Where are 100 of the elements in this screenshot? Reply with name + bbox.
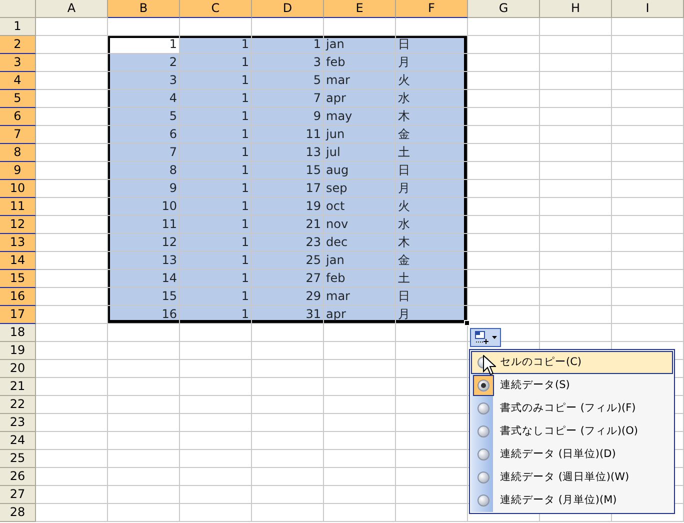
table-cell: sep [324,180,396,198]
table-cell: 土 [396,270,468,288]
row-header[interactable]: 14 [0,252,36,270]
select-all-button[interactable] [0,0,36,18]
row-header[interactable]: 24 [0,432,36,450]
row-header[interactable]: 26 [0,468,36,486]
table-cell: 9 [252,108,324,126]
row-header[interactable]: 23 [0,414,36,432]
column-header[interactable]: A [36,0,108,18]
table-cell: 5 [252,72,324,90]
fill-options-icon [474,331,488,344]
table-cell: 13 [108,252,180,270]
menu-item[interactable]: 連続データ (月単位)(M) [471,489,673,512]
row-header[interactable]: 16 [0,288,36,306]
row-header[interactable]: 22 [0,396,36,414]
column-header[interactable]: B [108,0,180,18]
table-cell: 1 [108,36,180,54]
table-cell: mar [324,72,396,90]
table-cell: 1 [180,234,252,252]
row-header[interactable]: 6 [0,108,36,126]
menu-item[interactable]: 書式なしコピー (フィル)(O) [471,420,673,443]
table-cell: 月 [396,54,468,72]
row-header[interactable]: 28 [0,504,36,522]
table-cell: 13 [252,144,324,162]
row-header[interactable]: 1 [0,18,36,36]
table-cell: 16 [108,306,180,324]
table-cell: 日 [396,36,468,54]
row-header[interactable]: 27 [0,486,36,504]
row-header[interactable]: 10 [0,180,36,198]
table-cell: 木 [396,234,468,252]
table-cell: feb [324,270,396,288]
row-header[interactable]: 21 [0,378,36,396]
table-cell: 木 [396,108,468,126]
menu-item[interactable]: セルのコピー(C) [471,351,673,374]
table-cell: 1 [180,36,252,54]
table-cell: 17 [252,180,324,198]
row-header[interactable]: 13 [0,234,36,252]
table-cell: 15 [252,162,324,180]
table-cell: oct [324,198,396,216]
table-cell: 14 [108,270,180,288]
row-header[interactable]: 19 [0,342,36,360]
row-header[interactable]: 4 [0,72,36,90]
row-header[interactable]: 5 [0,90,36,108]
table-cell: 15 [108,288,180,306]
radio-button[interactable] [472,375,494,396]
table-cell: 11 [108,216,180,234]
row-header[interactable]: 3 [0,54,36,72]
table-cell: 1 [180,108,252,126]
table-cell: 19 [252,198,324,216]
table-cell: 31 [252,306,324,324]
column-header[interactable]: G [468,0,540,18]
table-cell: 1 [180,198,252,216]
row-header[interactable]: 20 [0,360,36,378]
row-header[interactable]: 18 [0,324,36,342]
row-header[interactable]: 8 [0,144,36,162]
column-header[interactable]: C [180,0,252,18]
table-cell: 3 [108,72,180,90]
table-cell: 10 [108,198,180,216]
row-header[interactable]: 25 [0,450,36,468]
table-cell: 21 [252,216,324,234]
table-cell: 1 [180,306,252,324]
menu-item[interactable]: 書式のみコピー (フィル)(F) [471,397,673,420]
table-cell: 11 [252,126,324,144]
table-cell: 1 [180,162,252,180]
table-cell: nov [324,216,396,234]
menu-item[interactable]: 連続データ(S) [471,374,673,397]
table-cell: 5 [108,108,180,126]
row-header[interactable]: 7 [0,126,36,144]
table-cell: feb [324,54,396,72]
column-header[interactable]: D [252,0,324,18]
table-cell: jan [324,252,396,270]
table-cell: 1 [180,144,252,162]
table-cell: 月 [396,306,468,324]
table-cell: mar [324,288,396,306]
column-header[interactable]: E [324,0,396,18]
table-cell: 日 [396,288,468,306]
table-cell: 土 [396,144,468,162]
column-header[interactable]: H [540,0,612,18]
menu-item[interactable]: 連続データ (日単位)(D) [471,443,673,466]
table-cell: 金 [396,252,468,270]
row-header[interactable]: 17 [0,306,36,324]
row-header[interactable]: 11 [0,198,36,216]
row-header[interactable]: 15 [0,270,36,288]
row-header[interactable]: 12 [0,216,36,234]
row-header[interactable]: 9 [0,162,36,180]
table-cell: 9 [108,180,180,198]
auto-fill-options-button[interactable] [470,328,501,347]
table-cell: 1 [180,288,252,306]
column-header[interactable]: I [612,0,684,18]
fill-handle[interactable] [464,320,470,326]
table-cell: 1 [180,180,252,198]
table-cell: aug [324,162,396,180]
row-header[interactable]: 2 [0,36,36,54]
table-cell: dec [324,234,396,252]
table-cell: 1 [180,90,252,108]
table-cell: 29 [252,288,324,306]
table-cell: 25 [252,252,324,270]
menu-item[interactable]: 連続データ (週日単位)(W) [471,466,673,489]
column-header[interactable]: F [396,0,468,18]
table-cell: jun [324,126,396,144]
